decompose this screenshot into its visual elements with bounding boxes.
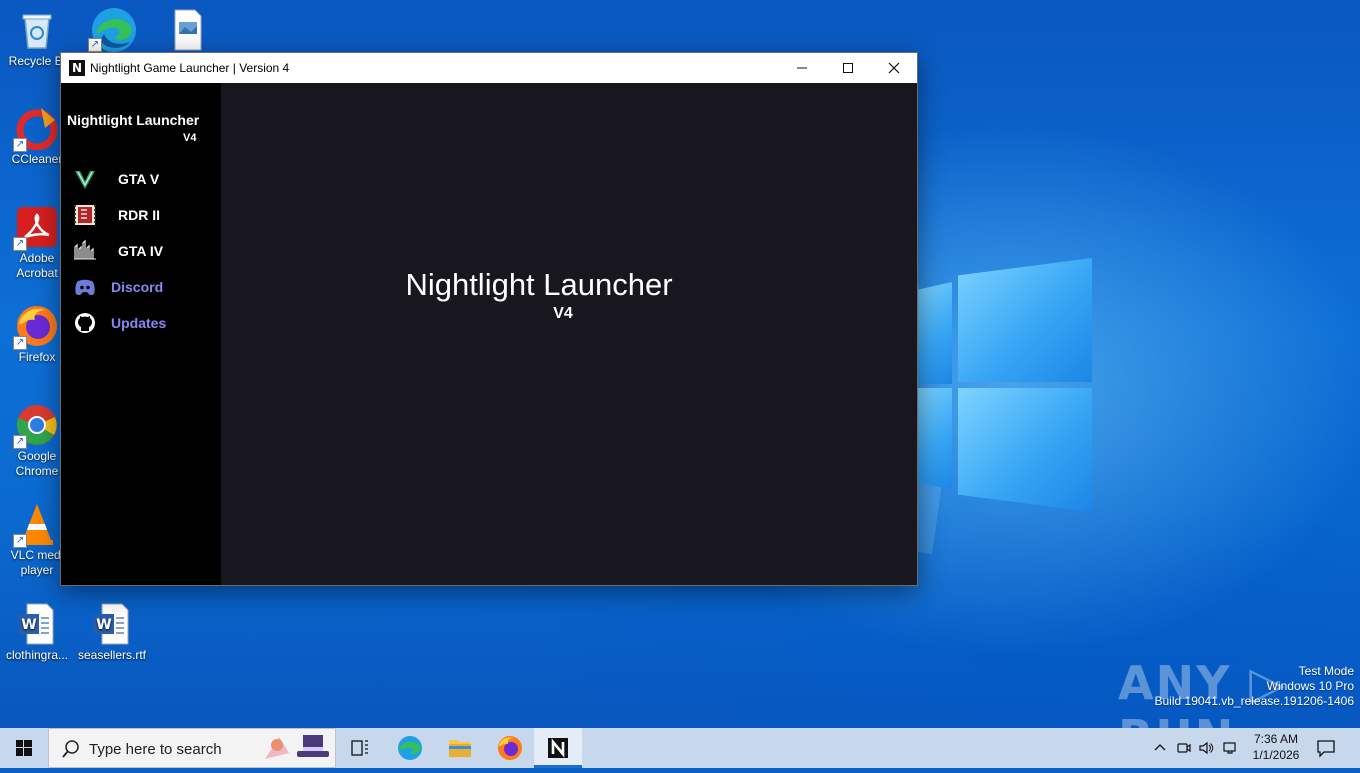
shortcut-arrow-icon: ↗ — [13, 534, 27, 548]
camera-icon — [1177, 743, 1191, 753]
desktop-icon-label: seasellers.rtf — [77, 648, 147, 662]
desktop-icon-seasellers[interactable]: W seasellers.rtf — [75, 602, 149, 663]
maximize-button[interactable] — [825, 53, 871, 83]
sidebar-item-discord[interactable]: Discord — [73, 273, 213, 301]
task-view-button[interactable] — [336, 728, 384, 768]
watermark-line: Windows 10 Pro — [1266, 679, 1354, 693]
volume-button[interactable] — [1198, 740, 1214, 756]
chevron-up-icon — [1154, 744, 1166, 751]
windows-watermark: Test Mode Windows 10 Pro Build 19041.vb_… — [1155, 664, 1355, 709]
svg-text:W: W — [21, 617, 36, 633]
rdr-ii-icon — [73, 203, 97, 227]
taskbar-file-explorer[interactable] — [436, 728, 484, 768]
sidebar-item-label: GTA IV — [118, 243, 164, 259]
main-title: Nightlight Launcher — [405, 267, 673, 302]
edge-icon — [398, 736, 422, 760]
close-icon — [888, 62, 900, 74]
meet-now-button[interactable] — [1176, 740, 1192, 756]
gta-v-icon — [73, 167, 97, 191]
shortcut-arrow-icon: ↗ — [88, 38, 102, 52]
sidebar-item-gta-v[interactable]: GTA V — [73, 165, 213, 193]
window-title: Nightlight Game Launcher | Version 4 — [90, 61, 290, 75]
svg-text:W: W — [96, 617, 111, 633]
minimize-button[interactable] — [779, 53, 825, 83]
main-version: V4 — [553, 305, 573, 322]
search-icon — [62, 740, 79, 758]
close-button[interactable] — [871, 53, 917, 83]
start-button[interactable] — [0, 728, 48, 768]
desktop-icon-image-file[interactable] — [150, 8, 224, 54]
sidebar-version: V4 — [183, 132, 197, 144]
sidebar-item-label: Updates — [111, 315, 167, 331]
word-document-icon: W — [90, 602, 134, 646]
network-icon — [1223, 742, 1236, 754]
sidebar-item-label: GTA V — [118, 171, 160, 187]
sidebar-item-rdr-ii[interactable]: RDR II — [73, 201, 213, 229]
edge-icon: ↗ — [88, 6, 136, 52]
app-icon: N — [69, 60, 85, 76]
sidebar-item-gta-iv[interactable]: GTA IV — [73, 237, 213, 265]
show-hidden-icons-button[interactable] — [1152, 740, 1168, 756]
gta-iv-icon — [73, 239, 97, 263]
task-view-icon — [351, 740, 368, 756]
nightlight-launcher-icon — [548, 738, 568, 758]
taskbar-edge[interactable] — [386, 728, 434, 768]
word-document-icon: W — [15, 602, 59, 646]
taskbar: Type here to search 7:36 AM 1/1/2026 — [0, 728, 1360, 768]
file-explorer-icon — [449, 740, 471, 757]
vlc-icon: ↗ — [13, 502, 59, 548]
ccleaner-icon: ↗ — [13, 106, 59, 152]
sidebar-item-label: RDR II — [118, 207, 160, 223]
acrobat-icon: ↗ — [13, 205, 59, 251]
shortcut-arrow-icon: ↗ — [13, 237, 27, 251]
maximize-icon — [843, 63, 853, 73]
minimize-icon — [797, 67, 807, 69]
main-panel: Nightlight Launcher V4 — [221, 83, 917, 585]
shortcut-arrow-icon: ↗ — [13, 435, 27, 449]
clock-date: 1/1/2026 — [1252, 748, 1300, 762]
notification-icon — [1317, 740, 1335, 758]
firefox-icon: ↗ — [13, 304, 59, 350]
launcher-window: N Nightlight Game Launcher | Version 4 N… — [60, 52, 918, 586]
title-bar[interactable]: N Nightlight Game Launcher | Version 4 — [61, 53, 917, 83]
search-placeholder: Type here to search — [89, 741, 222, 758]
desktop-icon-edge[interactable]: ↗ — [75, 6, 149, 52]
windows-start-icon — [16, 740, 32, 756]
action-center-button[interactable] — [1314, 738, 1338, 758]
shortcut-arrow-icon: ↗ — [13, 138, 27, 152]
discord-icon — [73, 275, 97, 299]
sidebar-item-label: Discord — [111, 279, 164, 295]
taskbar-firefox[interactable] — [486, 728, 534, 768]
recycle-bin-icon — [15, 8, 59, 52]
watermark-line: Build 19041.vb_release.191206-1406 — [1154, 694, 1355, 708]
speaker-icon — [1199, 741, 1214, 755]
windows-logo-wallpaper — [916, 258, 1096, 513]
firefox-icon — [498, 736, 522, 760]
sidebar: Nightlight Launcher V4 GTA V RDR II GTA … — [61, 83, 221, 585]
desktop-icon-label: clothingra... — [5, 648, 69, 662]
clock[interactable]: 7:36 AM 1/1/2026 — [1240, 731, 1312, 763]
desktop-icon-clothingra[interactable]: W clothingra... — [0, 602, 74, 663]
github-icon — [73, 311, 97, 335]
clock-time: 7:36 AM — [1253, 732, 1299, 746]
shortcut-arrow-icon: ↗ — [13, 336, 27, 350]
sidebar-title: Nightlight Launcher — [67, 112, 200, 128]
taskbar-nightlight-launcher[interactable] — [534, 728, 582, 768]
search-input[interactable]: Type here to search — [48, 728, 336, 768]
sidebar-item-updates[interactable]: Updates — [73, 309, 213, 337]
chrome-icon: ↗ — [13, 403, 59, 449]
search-highlight-icon — [265, 735, 329, 759]
image-file-icon — [165, 8, 209, 52]
network-button[interactable] — [1222, 740, 1238, 756]
watermark-line: Test Mode — [1298, 664, 1354, 678]
